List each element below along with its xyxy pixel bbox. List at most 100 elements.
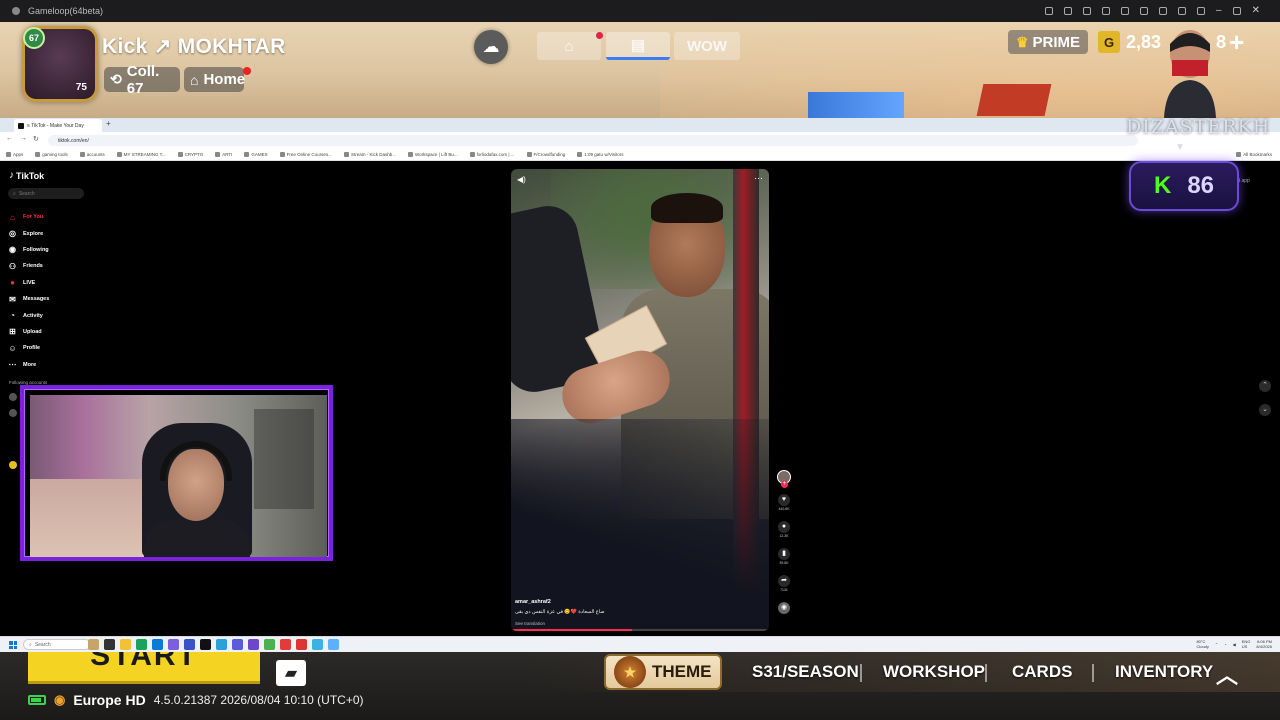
mode-tab-wow[interactable]: WOW [674,32,740,60]
reload-icon[interactable]: ↻ [33,135,39,143]
bookmark-item[interactable]: GAMES [244,151,268,157]
taskbar-app-icon[interactable] [248,639,259,650]
following-avatar[interactable] [9,393,17,401]
volume-icon[interactable]: ◀ [1233,642,1236,647]
taskbar-app-icon[interactable] [88,639,99,650]
taskbar-app-icon[interactable] [312,639,323,650]
share-button[interactable]: ➦ 7131 [776,575,792,592]
tiktok-search-input[interactable]: ⌕ Search [8,188,84,199]
taskbar-clock[interactable]: 6:06 PM 8/4/2026 [1256,639,1272,649]
taskbar-app-icon[interactable] [296,639,307,650]
bookmark-item[interactable]: F/Crowdfunding [526,151,565,157]
comment-button[interactable]: ● 12.3K [776,521,792,538]
network-icon[interactable]: ◔ [1224,642,1226,647]
bookmark-item[interactable]: accounts [79,151,105,157]
taskbar-app-icon[interactable] [200,639,211,650]
bookmark-item[interactable]: ARTI [215,151,232,157]
new-tab-button[interactable]: + [106,119,111,128]
prime-button[interactable]: ♛ PRIME [1008,30,1088,54]
sidebar-item-following[interactable]: ◉ Following [8,242,128,258]
inventory-button[interactable]: INVENTORY [1115,662,1213,682]
sidebar-item-upload[interactable]: ⊞ Upload [8,324,128,340]
close-icon[interactable]: ✕ [1252,6,1260,16]
address-bar[interactable]: tiktok.com/en/ [48,135,1138,146]
sidebar-item-friends[interactable]: ⚇ Friends [8,258,128,274]
video-options-icon[interactable]: ⋯ [754,173,763,184]
boost-icon[interactable] [1064,7,1073,15]
browser-tab-tiktok[interactable]: ≡ TikTok - Make Your Day [14,119,102,132]
cloud-upload-button[interactable]: ☁ [474,30,508,64]
workshop-button[interactable]: WORKSHOP [883,662,985,682]
cards-button[interactable]: CARDS [1012,662,1072,682]
add-currency-button[interactable]: + [1229,29,1244,55]
theme-button[interactable]: ★ THEME [604,654,722,690]
bookmark-item[interactable]: forliodafax.com | ... [469,151,515,157]
home-button[interactable]: ⌂ Home [184,67,245,92]
bookmark-item[interactable]: Stream - Kick Dashb... [343,151,396,157]
see-translation-link[interactable]: See translation [515,621,545,626]
sidebar-item-messages[interactable]: ✉ Messages [8,291,128,307]
taskbar-app-icon[interactable] [232,639,243,650]
mode-tab-1[interactable]: ⌂ [537,32,601,60]
bookmark-item[interactable]: Workspace | Lift Bu... [407,151,458,157]
collection-button[interactable]: ⟲ Coll. 67 [104,63,180,97]
folder-button[interactable]: ▰ [276,660,306,686]
rotate-icon[interactable] [1083,7,1092,15]
minimize-icon[interactable]: – [1216,6,1222,16]
sidebar-item-for-you[interactable]: ⌂ For You [8,209,128,225]
taskbar-app-icon[interactable] [328,639,339,650]
sidebar-item-more[interactable]: ⋯ More [8,357,128,373]
taskbar-search-input[interactable]: ⌕ Search [23,639,91,650]
maximize-icon[interactable] [1232,7,1241,15]
back-icon[interactable]: ← [6,135,13,142]
expand-menu-button[interactable]: ︿ [1216,658,1238,690]
next-video-button[interactable]: ⌄ [1259,404,1271,416]
bookmark-item[interactable]: CRYPTO [177,151,203,157]
all-bookmarks[interactable]: All Bookmarks [1236,151,1272,157]
player-avatar[interactable]: 67 75 [22,26,98,102]
previous-video-button[interactable]: ⌃ [1259,380,1271,392]
sidebar-item-activity[interactable]: ◔ Activity [8,307,128,323]
bookmark-item[interactable]: Free Online Courses... [279,151,332,157]
windows-start-icon[interactable] [9,641,17,649]
following-avatar[interactable] [9,461,17,469]
settings-icon[interactable] [1140,7,1149,15]
folder-icon[interactable] [120,639,131,650]
bookmark-item[interactable]: gaming tools [35,151,68,157]
video-username[interactable]: amar_ashraf2 [515,599,551,605]
bookmark-item[interactable]: 1:09 gatu w/Visitors [577,151,624,157]
chrome-icon[interactable] [264,639,275,650]
sidebar-item-profile[interactable]: ☺ Profile [8,340,128,356]
bookmark-item[interactable]: Apps [6,151,23,157]
language-indicator[interactable]: ENG US [1242,639,1251,649]
help-icon[interactable] [1045,7,1054,15]
weather-widget[interactable]: 80°C Cloudy [1196,639,1208,649]
bookmark-item[interactable]: MY STREAMING T... [116,151,166,157]
fullscreen-icon[interactable] [1121,7,1130,15]
menu-icon[interactable] [1197,7,1206,15]
creator-avatar[interactable] [777,470,791,488]
g-coin-balance[interactable]: G 2,83 [1098,30,1161,54]
season-button[interactable]: S31/SEASON [752,662,859,682]
taskbar-app-icon[interactable] [168,639,179,650]
following-avatar[interactable] [9,409,17,417]
sidebar-item-live[interactable]: ● LIVE [8,275,128,291]
taskbar-app-icon[interactable] [152,639,163,650]
tiktok-logo[interactable]: ♪ TikTok [9,170,44,181]
like-button[interactable]: ♥ 440.6K [776,494,792,511]
sound-disc[interactable]: ◉ [776,602,792,614]
taskbar-app-icon[interactable] [216,639,227,650]
save-button[interactable]: ▮ 39.5K [776,548,792,565]
tiktok-video-player[interactable]: ◀) ⋯ amar_ashraf2 صاع السعادة ❤️😊 في عزة… [511,169,769,631]
taskbar-app-icon[interactable] [104,639,115,650]
taskbar-app-icon[interactable] [184,639,195,650]
forward-icon[interactable]: → [20,135,27,142]
tray-chevron-icon[interactable]: ⌃ [1215,642,1218,647]
video-progress-bar[interactable] [511,629,769,631]
taskbar-app-icon[interactable] [136,639,147,650]
volume-icon[interactable]: ◀) [517,175,526,184]
sidebar-item-explore[interactable]: ◎ Explore [8,225,128,241]
keyboard-icon[interactable] [1102,7,1111,15]
sidebar-toggle-icon[interactable] [1159,7,1168,15]
start-button[interactable]: START [28,652,260,684]
